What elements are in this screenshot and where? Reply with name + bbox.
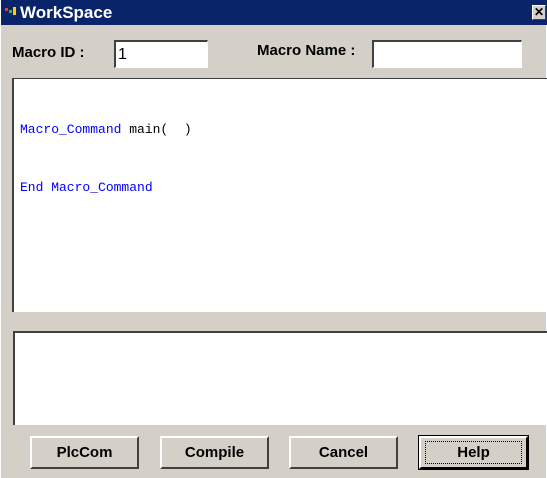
plccom-button[interactable]: PlcCom [30,436,139,469]
title-bar[interactable]: WorkSpace ✕ [1,0,547,25]
compile-button-label: Compile [184,444,245,461]
compile-output-panel[interactable] [13,331,547,425]
cancel-button[interactable]: Cancel [289,436,398,469]
compile-button[interactable]: Compile [160,436,269,469]
macro-id-label: Macro ID : [12,44,85,61]
macro-id-field[interactable] [114,40,208,68]
close-button[interactable]: ✕ [532,5,546,20]
window-title: WorkSpace [20,3,113,22]
help-button[interactable]: Help [418,435,529,470]
macro-name-label: Macro Name : [257,42,356,59]
macro-name-field[interactable] [372,40,522,68]
cancel-button-label: Cancel [318,444,369,461]
help-button-label: Help [457,444,490,461]
code-line-2: End Macro_Command [20,180,153,196]
code-text: main( ) [121,122,192,137]
code-line-1: Macro_Command main( ) [20,122,192,138]
code-keyword: Macro_Command [20,122,122,137]
close-icon: ✕ [533,5,545,19]
workspace-window: WorkSpace ✕ Macro ID : Macro Name : Macr… [0,0,547,478]
app-icon [5,7,16,15]
macro-code-editor[interactable]: Macro_Command main( ) End Macro_Command [12,78,547,312]
code-keyword: End Macro_Command [20,180,153,195]
plccom-button-label: PlcCom [56,444,113,461]
